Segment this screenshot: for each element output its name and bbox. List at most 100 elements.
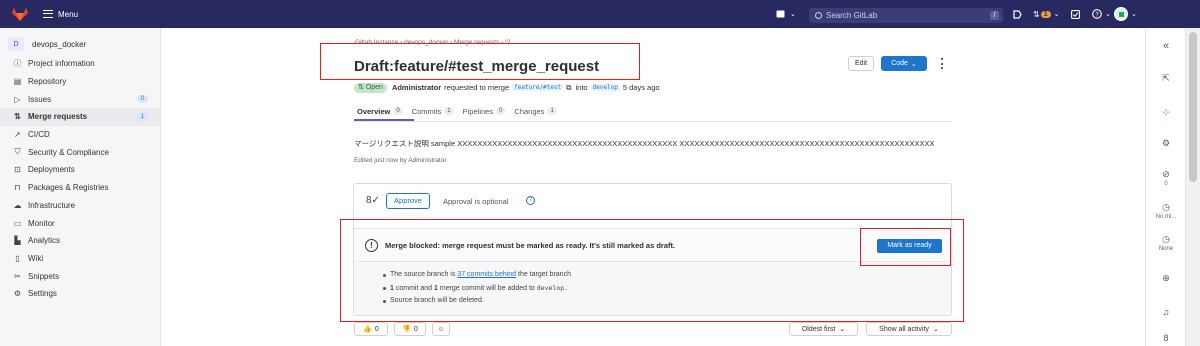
tab-overview[interactable]: Overview 0 [357,104,403,118]
approve-button[interactable]: Approve [386,193,430,209]
assignee-icon[interactable]: ⇱ [1146,73,1186,84]
gear-icon: ⚙ [13,289,22,299]
shield-icon: ⛉ [14,147,21,157]
sidebar-item-deployments[interactable]: ⊡ Deployments [0,161,160,179]
approval-user-icon: 8✓ [366,195,380,206]
count-badge: 1 [136,113,148,122]
source-branch[interactable]: feature/#test [512,84,564,91]
sidebar-item-label: Merge requests [28,112,88,122]
issues-icon[interactable] [1013,0,1022,28]
project-header[interactable]: D devops_docker [8,37,160,51]
help-icon: ? [1092,9,1102,19]
chevron-down-icon: ⌄ [1131,11,1137,18]
target-branch[interactable]: develop [590,84,620,91]
sidebar-item-project-information[interactable]: ⓘ Project information [0,55,160,73]
cloud-icon: ☁ [13,200,22,210]
add-reaction-button[interactable]: ☺ [432,322,450,336]
edited-note: Edited just now by Administrator [354,157,447,164]
menu-button[interactable]: Menu [43,10,78,19]
sidebar-item-monitor[interactable]: ▭ Monitor [0,214,160,232]
user-menu[interactable]: ⌄ [1114,0,1137,28]
chevron-down-icon: ⌄ [1053,11,1060,18]
sidebar-item-infrastructure[interactable]: ☁ Infrastructure [0,197,160,215]
snippet-icon: ✂ [14,271,21,281]
into-text: into [575,83,588,92]
sidebar-item-analytics[interactable]: ▙ Analytics [0,232,160,250]
time-tracking-item[interactable]: ◷ None [1146,234,1186,252]
merge-request-icon: ⇅ [1033,9,1040,19]
code-button-label: Code [891,60,908,67]
sidebar-item-label: Repository [28,77,67,87]
sidebar-item-wiki[interactable]: ▯ Wiki [0,250,160,268]
sidebar-item-snippets[interactable]: ✂ Snippets [0,267,160,285]
mr-description: マージリクエスト説明 sample XXXXXXXXXXXXXXXXXXXXXX… [354,139,935,148]
time-tracking-value: None [1158,246,1174,252]
help-menu[interactable]: ? ⌄ [1092,0,1111,28]
sort-order-dropdown[interactable]: Oldest first ⌄ [789,322,858,336]
thumbs-down-count: 0 [413,325,418,333]
sidebar-item-issues[interactable]: ▷ Issues 0 [0,90,160,108]
chevron-down-icon: ⌄ [839,326,846,333]
milestone-item[interactable]: ◷ No mi... [1146,202,1186,220]
repository-icon: ▤ [13,77,22,87]
code-dropdown-button[interactable]: Code ⌄ [881,56,927,71]
sidebar-item-label: Monitor [28,218,55,228]
labels-count: 0 [1164,181,1168,187]
activity-filter-dropdown[interactable]: Show all activity ⌄ [866,322,952,336]
sidebar-item-packages[interactable]: ⊓ Packages & Registries [0,179,160,197]
mr-tabs: Overview 0 Commits 1 Pipelines 0 Changes… [357,104,566,118]
tab-commits[interactable]: Commits 1 [412,104,454,118]
chevron-down-icon: ⌄ [910,60,917,68]
thumbs-up-icon: 👍 [363,326,372,333]
search-input[interactable]: Search GitLab / [809,8,1003,23]
todo-icon[interactable] [1071,0,1080,28]
reviewer-settings-icon[interactable]: ⚙ [1146,138,1186,149]
merge-requests-nav[interactable]: ⇅ 1 ⌄ [1033,0,1059,28]
notification-bell-icon[interactable]: ♫ [1146,307,1186,317]
merge-request-icon: ⇅ [14,112,21,122]
create-new-icon[interactable]: ⌄ [776,0,796,28]
milestone-value: No mi... [1155,214,1177,220]
copy-icon[interactable]: ⧉ [566,83,571,93]
sidebar-item-merge-requests[interactable]: ⇅ Merge requests 1 [0,108,160,126]
more-actions-icon[interactable] [941,58,944,69]
project-sidebar: D devops_docker ⓘ Project information ▤ … [0,28,161,346]
sidebar-item-label: Infrastructure [28,200,76,210]
author-link[interactable]: Administrator [392,83,441,92]
scrollbar-thumb[interactable] [1189,32,1197,182]
chevron-down-icon: ⌄ [932,326,939,333]
thumbs-down-button[interactable]: 👎 0 [394,322,426,336]
help-icon[interactable]: ? [526,196,535,205]
sidebar-nav: ⓘ Project information ▤ Repository ▷ Iss… [0,55,160,303]
lock-icon[interactable]: ⊕ [1146,273,1186,284]
collapse-sidebar-icon[interactable]: « [1146,40,1186,52]
chevron-down-icon: ⌄ [1105,11,1111,18]
tab-label: Overview [357,106,391,116]
scrollbar[interactable] [1185,28,1200,346]
reviewer-icon[interactable]: ⊹ [1146,107,1186,118]
sidebar-item-label: Packages & Registries [28,183,109,193]
tab-changes[interactable]: Changes 1 [514,104,557,118]
tag-icon: ⊘ [1162,169,1170,179]
annotation-box-title [320,43,640,80]
sort-order-label: Oldest first [801,325,836,333]
sidebar-item-repository[interactable]: ▤ Repository [0,73,160,91]
labels-item[interactable]: ⊘ 0 [1146,169,1186,187]
tab-count: 0 [393,107,403,115]
clock-icon: ◷ [1162,202,1170,212]
menu-label: Menu [58,9,79,19]
sidebar-item-label: CI/CD [28,130,50,140]
tabs-divider [354,121,952,122]
thumbs-up-button[interactable]: 👍 0 [354,322,388,336]
tab-pipelines[interactable]: Pipelines 0 [463,104,506,118]
gitlab-logo-icon[interactable] [9,3,31,25]
tab-label: Pipelines [462,106,494,116]
thumbs-up-count: 0 [374,325,379,333]
sidebar-item-label: Wiki [28,253,44,263]
avatar [1114,7,1128,21]
sidebar-item-security[interactable]: ⛉ Security & Compliance [0,143,160,161]
sidebar-item-cicd[interactable]: ➚ CI/CD [0,126,160,144]
participants-icon[interactable]: 8 [1146,333,1186,343]
edit-button[interactable]: Edit [848,56,874,71]
sidebar-item-settings[interactable]: ⚙ Settings [0,285,160,303]
